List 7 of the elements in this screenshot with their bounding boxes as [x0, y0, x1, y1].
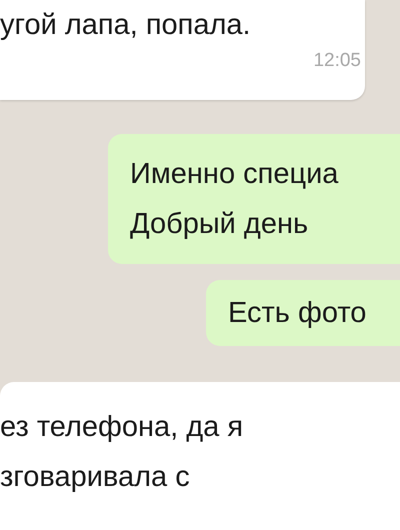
message-text: Есть фото: [228, 296, 368, 331]
message-text: ез телефона, да я: [0, 410, 244, 445]
message-text: угой лапа, попала.: [0, 8, 252, 43]
message-text: Именно специа: [130, 157, 340, 192]
message-time: 12:05: [313, 49, 361, 73]
message-text: зговаривала с: [0, 460, 191, 495]
message-text: Добрый день: [130, 207, 310, 242]
